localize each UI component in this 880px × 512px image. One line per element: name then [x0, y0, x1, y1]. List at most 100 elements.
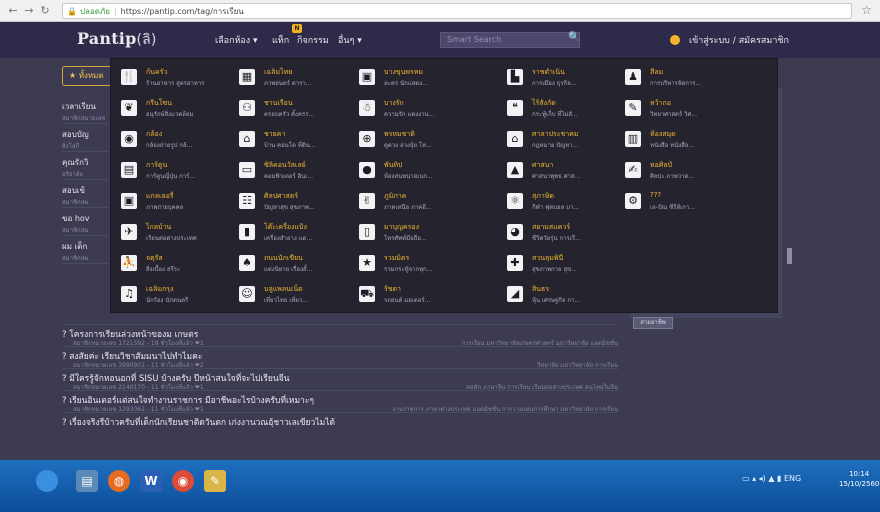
- stub-sub: สมาชิกหม: [62, 227, 89, 234]
- topic-row[interactable]: ? สงสัยค่ะ เรียนวิชาสัมมนาไปทำไมคะ สมาชิ…: [62, 346, 618, 369]
- room-description: สุขภาพกาย สุข...: [532, 266, 577, 273]
- vocational-tag-button[interactable]: สายอาชีพ: [633, 317, 673, 329]
- room-description: แต่งนิยาย เรื่องสั้...: [264, 266, 313, 273]
- chrome-icon[interactable]: ◉: [172, 470, 194, 492]
- login-icon: [670, 35, 680, 45]
- topic-row[interactable]: ? โครงการเรียนล่วงหน้าของม เกษตร สมาชิกห…: [62, 324, 618, 347]
- forward-icon[interactable]: →: [22, 4, 36, 17]
- room-item[interactable]: ✌ ภูมิภาค ภาคเหนือ ภาคอี...: [359, 189, 479, 217]
- room-item[interactable]: ❦ กรีนโซน อนุรักษ์สิ่งแวดล้อม: [121, 96, 241, 124]
- reload-icon[interactable]: ↻: [38, 4, 52, 17]
- topic-stub[interactable]: เวลาเรียน สมาชิกหมายเลข: [62, 96, 108, 124]
- start-icon[interactable]: [36, 470, 58, 492]
- firefox-icon[interactable]: ◍: [108, 470, 130, 492]
- room-item[interactable]: ▤ การ์ตูน การ์ตูนญี่ปุ่น การ์...: [121, 158, 241, 186]
- picture-icon: ▣: [121, 193, 137, 209]
- topic-stub[interactable]: คุณรักวิ อริยาลัย: [62, 152, 108, 180]
- room-item[interactable]: ⚛ สุภาษิต กีฬา ฟุตบอล บา...: [507, 189, 627, 217]
- back-icon[interactable]: ←: [6, 4, 20, 17]
- room-item[interactable]: ✚ สวนลุมพินี สุขภาพกาย สุข...: [507, 251, 627, 279]
- room-description: ละคร นักแสดง...: [384, 80, 428, 87]
- topic-row[interactable]: ? เรียนอินเตอร์แต่สนใจทำงานราชการ มีอาชี…: [62, 390, 618, 413]
- room-item[interactable]: ☃ บางรัก ความรัก แต่งงาน...: [359, 96, 479, 124]
- building-icon: ▙: [507, 69, 523, 85]
- open-book-icon: ▥: [625, 131, 641, 147]
- room-description: ห้องสนทนาอเนก...: [384, 173, 433, 180]
- topic-stub[interactable]: ขอ hov สมาชิกหม: [62, 208, 108, 236]
- clock[interactable]: 10:14 15/10/2560: [839, 469, 879, 489]
- room-item[interactable]: ▣ บางขุนพรหม ละคร นักแสดง...: [359, 65, 479, 93]
- paint-icon[interactable]: ✎: [204, 470, 226, 492]
- room-item[interactable]: ⚇ ชานเรือน ครอบครัว ตั้งครร...: [239, 96, 359, 124]
- all-tags-button[interactable]: ★ ทั้งหมด: [62, 66, 114, 86]
- room-item[interactable]: ◕ สยามสแควร์ ชีวิตวัยรุ่น การเรี...: [507, 220, 627, 248]
- room-item[interactable]: ⚙??? เล-ปัณ ซีรีส์เกา...: [625, 189, 745, 217]
- room-item[interactable]: ⛟ รัชดา รถยนต์ มอเตอร์...: [359, 282, 479, 310]
- menu-tags[interactable]: แท็ก: [272, 33, 289, 47]
- topic-title[interactable]: ? เรื่องจริงรีบ้าวครับที่เด็กนักเรียนชาต…: [62, 415, 335, 429]
- room-item[interactable]: ⊕ พรหมชาติ ดูดวง ฮวงจุ้ย โห...: [359, 127, 479, 155]
- room-name: ศาสนา: [532, 161, 554, 169]
- room-item[interactable]: ★ รวมมิตร รวมกระทู้จากทุก...: [359, 251, 479, 279]
- room-item[interactable]: ⛹ จตุรัส สิ่งเบื้อง สรีระ: [121, 251, 241, 279]
- login-link[interactable]: เข้าสู่ระบบ / สมัครสมาชิก: [689, 33, 789, 47]
- room-item[interactable]: ▥ ห้องสมุด หนังสือ หนังสือ...: [625, 127, 745, 155]
- menu-choose-room[interactable]: เลือกห้อง ▾: [215, 33, 258, 47]
- temple-icon: ⌂: [507, 131, 523, 147]
- tv-icon: ▦: [239, 69, 255, 85]
- room-description: โทรศัพท์มือถือ...: [384, 235, 427, 242]
- address-bar[interactable]: 🔒 ปลอดภัย | https://pantip.com/tag/การเร…: [62, 3, 852, 19]
- room-item[interactable]: ✎ หว้ากอ วิทยาศาสตร์ วิศ...: [625, 96, 745, 124]
- scroll-marker[interactable]: [787, 248, 792, 264]
- stub-sub: สิ่งโลกี: [62, 143, 80, 150]
- topic-stub[interactable]: สอบเข้ สมาชิกหม: [62, 180, 108, 208]
- room-description: ดูดวง ฮวงจุ้ย โห...: [384, 142, 432, 149]
- room-item[interactable]: ♠ ถนนนักเขียน แต่งนิยาย เรื่องสั้...: [239, 251, 359, 279]
- room-description: เรียนต่อต่างประเทศ: [146, 235, 197, 242]
- phone-icon: ▯: [359, 224, 375, 240]
- room-item[interactable]: ◉ กล้อง กล้องถ่ายรูป กล้...: [121, 127, 241, 155]
- search-icon[interactable]: 🔍: [568, 32, 580, 43]
- pantip-logo[interactable]: Pantip(ลิ): [77, 29, 157, 51]
- room-name: สยามสแควร์: [532, 223, 571, 231]
- room-item[interactable]: ▙ ราชดำเนิน การเมือง ธุรกิจ...: [507, 65, 627, 93]
- room-name: จตุรัส: [146, 254, 163, 262]
- room-name: สินธร: [532, 285, 550, 293]
- room-item[interactable]: ◢ สินธร หุ้น เศรษฐกิจ กา...: [507, 282, 627, 310]
- room-item[interactable]: ♫ เฉลิมกรุง นักร้อง นักดนตรี: [121, 282, 241, 310]
- topic-stub[interactable]: ผม เด็ก สมาชิกหม: [62, 236, 108, 264]
- room-item[interactable]: ▯ มาบุญครอง โทรศัพท์มือถือ...: [359, 220, 479, 248]
- menu-activities[interactable]: กิจกรรม: [297, 33, 329, 47]
- room-item[interactable]: ▣ แกลเลอรี่ ภาพถ่ายบุคคล: [121, 189, 241, 217]
- room-item[interactable]: ☷ ศิลปศาสตร์ ปัญหาสุข สุขภาพ...: [239, 189, 359, 217]
- room-item[interactable]: ▲ ศาสนา ศาสนาพุทธ ศาส...: [507, 158, 627, 186]
- room-item[interactable]: 🍴 ก้นครัว ร้านอาหาร สูตรอาหาร: [121, 65, 241, 93]
- topic-row[interactable]: ? มีใครรู้จักหอนอกที่ SISU บ้างครับ ปีหน…: [62, 368, 618, 391]
- topic-row[interactable]: ? เรื่องจริงรีบ้าวครับที่เด็กนักเรียนชาต…: [62, 412, 618, 434]
- room-item[interactable]: ❝ ไร้สังกัด กระทู้เก็บ ที่ไม่สั...: [507, 96, 627, 124]
- room-item[interactable]: ♟ สีลม การบริหารจัดการ...: [625, 65, 745, 93]
- room-name: พรหมชาติ: [384, 130, 415, 138]
- file-explorer-icon[interactable]: ▤: [76, 470, 98, 492]
- star-icon: ★: [359, 255, 375, 271]
- room-item[interactable]: ✈ ไกลบ้าน เรียนต่อต่างประเทศ: [121, 220, 241, 248]
- brush-icon: ✍: [625, 162, 641, 178]
- topic-stub[interactable]: สอบบัญ สิ่งโลกี: [62, 124, 108, 152]
- word-icon[interactable]: W: [140, 470, 162, 492]
- room-dropdown: 🍴 ก้นครัว ร้านอาหาร สูตรอาหาร ❦ กรีนโซน อนุรั…: [110, 58, 778, 313]
- room-item[interactable]: ● พันทิป ห้องสนทนาอเนก...: [359, 158, 479, 186]
- room-item[interactable]: ✍ หอศิลป์ ศิลปะ ภาพวาด...: [625, 158, 745, 186]
- room-item[interactable]: ⌂ ศาลาประชาคม กฎหมาย ปัญหา...: [507, 127, 627, 155]
- room-item[interactable]: ▮ โต๊ะเครื่องแป้ง เครื่องสำอาง แต...: [239, 220, 359, 248]
- house-icon: ⌂: [239, 131, 255, 147]
- system-tray[interactable]: ▭ ▴ ◂) ▲ ▮ ENG: [742, 474, 801, 483]
- menu-more[interactable]: อื่นๆ ▾: [338, 33, 362, 47]
- room-description: ภาพยนตร์ ดารา...: [264, 80, 312, 87]
- search-input[interactable]: Smart Search: [440, 32, 580, 48]
- clock-date: 15/10/2560: [839, 480, 880, 488]
- room-item[interactable]: ▭ ซิลิคอนวัลเลย์ คอมพิวเตอร์ อินเ...: [239, 158, 359, 186]
- bookmark-star-icon[interactable]: ☆: [861, 3, 872, 17]
- room-item[interactable]: ▦ เฉลิมไทย ภาพยนตร์ ดารา...: [239, 65, 359, 93]
- room-item[interactable]: ☺ บลูแพลนเน็ต เที่ยวไทย เที่ยว...: [239, 282, 359, 310]
- room-item[interactable]: ⌂ ชายคา บ้าน คอนโด ที่ดิน...: [239, 127, 359, 155]
